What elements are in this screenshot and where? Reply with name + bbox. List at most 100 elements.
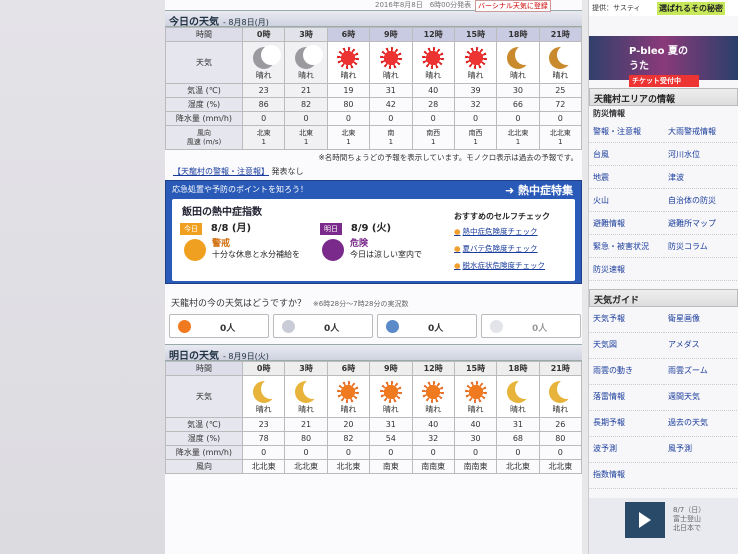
wind-forecast-link[interactable]: 風予測 — [664, 437, 738, 463]
heavy-rain-link[interactable]: 大雨警戒情報 — [664, 120, 738, 143]
hour-cell: 12時 — [411, 27, 455, 42]
long-range-link[interactable]: 長期予報 — [589, 411, 664, 437]
heatstroke-banner[interactable]: 応急処置や予防のポイントを知ろう！ ➜ 熱中症特集 — [166, 181, 581, 197]
wind-dir: 北北東 — [549, 128, 571, 137]
satellite-link[interactable]: 衛星画像 — [664, 307, 738, 333]
weather-cell: 晴れ — [369, 375, 413, 418]
today-wind-row: 風向 風速 (m/s) 北東 1 北東 1 北東 1 南1 南西 1 南西 1 北北東 1 北… — [165, 125, 582, 150]
temp-cell: 31 — [369, 83, 413, 98]
sun-orange-icon — [464, 381, 487, 403]
temp-cell: 23 — [241, 417, 286, 432]
wind-dir: 北北東 — [241, 459, 286, 474]
poll-rain-button[interactable]: 0人 — [377, 314, 477, 338]
disaster-bulletin-link[interactable]: 防災速報 — [589, 258, 664, 281]
poll-snow-button[interactable]: 0人 — [481, 314, 581, 338]
weather-guide-links: 天気予報 衛星画像 天気図 アメダス 雨雲の動き 雨雲ズーム 落雷情報 週間天気… — [589, 307, 738, 489]
temp-cell: 19 — [326, 83, 371, 98]
poll-cloudy-button[interactable]: 0人 — [273, 314, 373, 338]
wave-forecast-link[interactable]: 波予測 — [589, 437, 664, 463]
temp-cell: 25 — [538, 83, 582, 98]
weekly-link[interactable]: 週間天気 — [664, 385, 738, 411]
humidity-cell: 32 — [411, 431, 455, 446]
row-label: 風向 風速 (m/s) — [165, 125, 243, 150]
today-date: - 8月8日(月) — [223, 18, 269, 27]
sun-red-icon — [337, 47, 360, 69]
lightning-link[interactable]: 落雷情報 — [589, 385, 664, 411]
sponsor-ad[interactable]: 提供：サスティ 選ばれるその秘密 — [589, 0, 738, 16]
typhoon-link[interactable]: 台風 — [589, 143, 664, 166]
earthquake-link[interactable]: 地震 — [589, 166, 664, 189]
disaster-column-link[interactable]: 防災コラム — [664, 235, 738, 258]
wind-dir: 北北東 — [326, 459, 371, 474]
humidity-cell: 80 — [326, 97, 371, 112]
wind-speed: 1 — [303, 137, 309, 146]
temp-cell: 26 — [538, 417, 582, 432]
weather-cell: 晴れ — [496, 41, 540, 84]
moon-yellow-icon — [295, 379, 324, 403]
poll-sunny-button[interactable]: 0人 — [169, 314, 269, 338]
river-level-link[interactable]: 河川水位 — [664, 143, 738, 166]
weather-cell: 晴れ — [326, 375, 371, 418]
condition-text: 晴れ — [298, 405, 315, 414]
row-label: 天気 — [165, 41, 243, 84]
weather-cell: 晴れ — [284, 41, 328, 84]
volcano-link[interactable]: 火山 — [589, 189, 664, 212]
precip-cell: 0 — [284, 111, 328, 126]
rain-zoom-link[interactable]: 雨雲ズーム — [664, 359, 738, 385]
poll-count: 0人 — [428, 324, 444, 334]
play-icon[interactable] — [625, 502, 665, 538]
weather-map-link[interactable]: 天気図 — [589, 333, 664, 359]
wind-speed: 1 — [558, 137, 563, 146]
today-tag: 今日 — [180, 223, 202, 235]
forecast-link[interactable]: 天気予報 — [589, 307, 664, 333]
tomorrow-heat-desc: 今日は涼しい室内で — [350, 250, 422, 259]
wind-speed: 1 — [430, 137, 436, 146]
sun-orange-icon — [422, 381, 445, 403]
banner-ad[interactable]: P-bleo 夏のうた チケット受付中 — [589, 36, 738, 87]
index-info-link[interactable]: 指数情報 — [589, 463, 664, 489]
shelter-map-link[interactable]: 避難所マップ — [664, 212, 738, 235]
heatstroke-check-link[interactable]: 熱中症危険度チェック — [454, 226, 572, 237]
moon-grey-icon — [295, 45, 324, 69]
tomorrow-hours-row: 時間 0時 3時 6時 9時 12時 15時 18時 21時 — [165, 361, 582, 376]
precip-cell: 0 — [284, 445, 328, 460]
hour-cell: 15時 — [453, 361, 498, 376]
moon-grey-icon — [252, 45, 281, 69]
precip-cell: 0 — [326, 111, 371, 126]
cloud-icon — [282, 320, 295, 333]
amedas-link[interactable]: アメダス — [664, 333, 738, 359]
damage-status-link[interactable]: 緊急・被害状況 — [589, 235, 664, 258]
weather-poll-question: 天龍村の今の天気はどうですか？ ※6時28分〜7時28分の実況数 — [165, 284, 582, 312]
summer-fatigue-check-link[interactable]: 夏バテ危険度チェック — [454, 243, 572, 254]
wind-speed: 1 — [346, 137, 351, 146]
humidity-cell: 80 — [284, 431, 328, 446]
municipal-disaster-link[interactable]: 自治体の防災 — [664, 189, 738, 212]
alert-link[interactable]: 【天龍村の警報・注意報】 — [173, 167, 269, 176]
poll-question-text: 天龍村の今の天気はどうですか？ — [171, 299, 307, 309]
tomorrow-date: - 8月9日(火) — [223, 352, 269, 361]
rain-cloud-link[interactable]: 雨雲の動き — [589, 359, 664, 385]
tsunami-link[interactable]: 津波 — [664, 166, 738, 189]
evacuation-info-link[interactable]: 避難情報 — [589, 212, 664, 235]
precip-cell: 0 — [453, 445, 498, 460]
sun-red-icon — [464, 47, 487, 69]
video-promo[interactable]: 8/7（日） 富士登山 北日本で — [589, 498, 738, 554]
precip-cell: 0 — [326, 445, 371, 460]
temp-cell: 40 — [411, 417, 455, 432]
banner-text: 応急処置や予防のポイントを知ろう！ — [172, 185, 308, 194]
tomorrow-precip-row: 降水量 (mm/h) 0 0 0 0 0 0 0 0 — [165, 445, 582, 460]
humidity-cell: 82 — [326, 431, 371, 446]
heat-today: 今日 8/8 (月) — [180, 219, 300, 235]
warnings-link[interactable]: 警報・注意報 — [589, 120, 664, 143]
heatstroke-panel[interactable]: 応急処置や予防のポイントを知ろう！ ➜ 熱中症特集 飯田の熱中症指数 今日 8/… — [165, 180, 582, 284]
wind-speed: 1 — [515, 137, 521, 146]
dehydration-check-link[interactable]: 脱水症状危険度チェック — [454, 260, 572, 271]
weather-cell: 晴れ — [453, 41, 498, 84]
heatstroke-feature-link[interactable]: ➜ 熱中症特集 — [505, 182, 573, 198]
past-weather-link[interactable]: 過去の天気 — [664, 411, 738, 437]
tomorrow-section-header: 明日の天気 - 8月9日(火) — [165, 344, 582, 362]
feature-text: 熱中症特集 — [518, 184, 573, 197]
hour-cell: 0時 — [241, 361, 286, 376]
personal-weather-ad[interactable]: バーシナル天気に登録 — [475, 0, 551, 12]
tomorrow-temp-row: 気温 (℃) 23 21 20 31 40 40 31 26 — [165, 417, 582, 432]
